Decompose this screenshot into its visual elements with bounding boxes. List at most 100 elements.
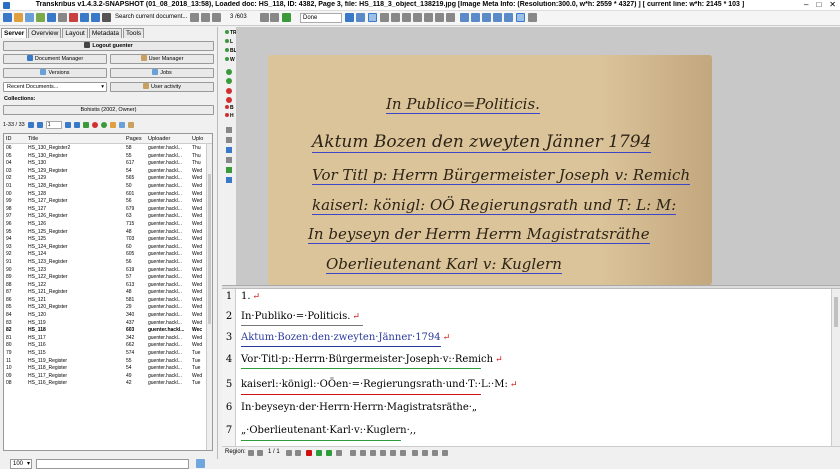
- document-manager-button[interactable]: Document Manager: [3, 54, 107, 64]
- upload-icon[interactable]: [36, 13, 45, 22]
- table-row[interactable]: 97 HS_126_Register 63 guenter.hackl... Wed: [4, 213, 206, 221]
- superscript-icon[interactable]: [390, 450, 396, 456]
- dropdown-icon[interactable]: [528, 13, 537, 22]
- status-select[interactable]: Done: [300, 13, 342, 23]
- transcription-line-6[interactable]: In·beyseyn·der·Herrn·Herrn·Magistratsrät…: [241, 402, 477, 413]
- table-row[interactable]: 93 HS_124_Register 60 guenter.hackl... Wed: [4, 244, 206, 252]
- tool-b[interactable]: B: [225, 105, 234, 111]
- tag-green-icon-2[interactable]: [326, 450, 332, 456]
- region-page[interactable]: 1 / 1: [268, 449, 280, 455]
- table-row[interactable]: 90 HS_123 619 guenter.hackl... Wed: [4, 267, 206, 275]
- user-manager-button[interactable]: User Manager: [110, 54, 214, 64]
- region-prev-icon[interactable]: [257, 450, 263, 456]
- merge-icon[interactable]: [226, 127, 232, 133]
- remove-red-icon[interactable]: [226, 88, 232, 94]
- region-first-icon[interactable]: [248, 450, 254, 456]
- table-row[interactable]: 96 HS_126 715 guenter.hackl... Wed: [4, 221, 206, 229]
- tag-green-icon[interactable]: [316, 450, 322, 456]
- user-activity-button[interactable]: User activity: [110, 82, 214, 92]
- settings-icon[interactable]: [58, 13, 67, 22]
- table-row[interactable]: 88 HS_122 613 guenter.hackl... Wed: [4, 282, 206, 290]
- export-icon[interactable]: [47, 13, 56, 22]
- transcription-line-7[interactable]: „·Oberlieutenant·Karl·v:·Kuglern·,,: [241, 425, 416, 436]
- tab-server[interactable]: Server: [1, 28, 28, 38]
- minimize-icon[interactable]: –: [804, 0, 808, 9]
- reorder-icon[interactable]: [226, 157, 232, 163]
- virtual-keyboard-icon[interactable]: [422, 450, 428, 456]
- col-id[interactable]: ID: [6, 136, 12, 142]
- add-icon[interactable]: [100, 122, 107, 128]
- page-indicator[interactable]: 3 /603: [228, 13, 256, 23]
- rotate-right-icon[interactable]: [435, 13, 444, 22]
- table-row[interactable]: 09 HS_117_Register 49 guenter.hackl... Wed: [4, 373, 206, 381]
- table-row[interactable]: 89 HS_122_Register 57 guenter.hackl... Wed: [4, 274, 206, 282]
- tab-metadata[interactable]: Metadata: [88, 28, 122, 38]
- translate-icon[interactable]: [446, 13, 455, 22]
- tool-l[interactable]: L: [225, 39, 233, 45]
- strike-icon[interactable]: [380, 450, 386, 456]
- mode-icon[interactable]: [356, 13, 365, 22]
- table-row[interactable]: 01 HS_128_Register 50 guenter.hackl... Wed: [4, 183, 206, 191]
- dropdown-icon[interactable]: [336, 450, 342, 456]
- table-row[interactable]: 10 HS_118_Register 54 guenter.hackl... Tue: [4, 365, 206, 373]
- add-green-icon[interactable]: [226, 69, 232, 75]
- nav-prev-icon[interactable]: [201, 13, 210, 22]
- page-last-icon[interactable]: [270, 13, 279, 22]
- table-row[interactable]: 91 HS_123_Register 56 guenter.hackl... Wed: [4, 259, 206, 267]
- table-row[interactable]: 99 HS_127_Register 56 guenter.hackl... Wed: [4, 198, 206, 206]
- table-row[interactable]: 08 HS_116_Register 42 guenter.hackl... Tue: [4, 380, 206, 388]
- tool-h[interactable]: H: [225, 113, 234, 119]
- delete-icon[interactable]: [91, 122, 98, 128]
- pager-first-icon[interactable]: [27, 122, 34, 128]
- table-row[interactable]: 81 HS_117 342 guenter.hackl... Wed: [4, 335, 206, 343]
- table-row[interactable]: 03 HS_129_Register 54 guenter.hackl... Wed: [4, 168, 206, 176]
- rotate-left-icon[interactable]: [424, 13, 433, 22]
- close-icon[interactable]: ✕: [829, 0, 836, 9]
- transcription-line-4[interactable]: Vor·Titl·p:·Herrn·Bürgermeister·Joseph·v…: [241, 354, 503, 365]
- tool-bl[interactable]: BL: [225, 48, 237, 54]
- tab-overview[interactable]: Overview: [28, 28, 62, 38]
- table-row[interactable]: 94 HS_125 703 guenter.hackl... Wed: [4, 236, 206, 244]
- jobs-button[interactable]: Jobs: [110, 68, 214, 78]
- pager-page-input[interactable]: 1: [45, 121, 62, 129]
- table-row[interactable]: 87 HS_121_Register 48 guenter.hackl... Wed: [4, 289, 206, 297]
- editor-scroll-thumb[interactable]: [834, 297, 838, 327]
- image-canvas[interactable]: In Publico=Politicis. Aktum Bozen den zw…: [236, 27, 840, 285]
- region-last-icon[interactable]: [295, 450, 301, 456]
- table-row[interactable]: 84 HS_120 340 guenter.hackl... Wed: [4, 312, 206, 320]
- table-row[interactable]: 95 HS_125_Register 48 guenter.hackl... Wed: [4, 229, 206, 237]
- comment-icon[interactable]: [432, 450, 438, 456]
- baseline-icon[interactable]: [493, 13, 502, 22]
- tag-red-icon[interactable]: [306, 450, 312, 456]
- table-row[interactable]: 00 HS_128 601 guenter.hackl... Wed: [4, 191, 206, 199]
- selection-tool-icon[interactable]: [368, 13, 377, 22]
- refresh-icon[interactable]: [80, 13, 89, 22]
- table-row[interactable]: 85 HS_120_Register 29 guenter.hackl... Wed: [4, 304, 206, 312]
- tab-layout[interactable]: Layout: [62, 28, 88, 38]
- nav-first-icon[interactable]: [190, 13, 199, 22]
- pager-prev-icon[interactable]: [36, 122, 43, 128]
- transcription-line-5[interactable]: kaiserl:·königl:·OÖen·=·Regierungsrath·u…: [241, 379, 517, 390]
- tab-tools[interactable]: Tools: [122, 28, 145, 38]
- region-next-icon[interactable]: [286, 450, 292, 456]
- folder-open-icon[interactable]: [109, 122, 116, 128]
- logout-button[interactable]: Logout guenter: [3, 41, 214, 51]
- fit-page-icon[interactable]: [413, 13, 422, 22]
- print-icon[interactable]: [69, 13, 78, 22]
- transcription-editor[interactable]: 1 2 3 4 5 6 7 1. ↵ In·Publiko·=·Politicis…: [222, 288, 840, 447]
- search-icon[interactable]: [102, 13, 111, 22]
- table-row[interactable]: 04 HS_130 617 guenter.hackl... Thu: [4, 160, 206, 168]
- folder-icon[interactable]: [14, 13, 23, 22]
- table-row[interactable]: 83 HS_119 437 guenter.hackl... Wed: [4, 320, 206, 328]
- line-icon[interactable]: [482, 13, 491, 22]
- reload-icon[interactable]: [82, 122, 89, 128]
- layout-icon[interactable]: [460, 13, 469, 22]
- add-green-icon-2[interactable]: [226, 78, 232, 84]
- table-row[interactable]: 79 HS_115 574 guenter.hackl... Tue: [4, 350, 206, 358]
- nav-next-icon[interactable]: [212, 13, 221, 22]
- table-row[interactable]: 80 HS_116 662 guenter.hackl... Wed: [4, 342, 206, 350]
- table-row[interactable]: 92 HS_124 605 guenter.hackl... Wed: [4, 251, 206, 259]
- underline-icon[interactable]: [370, 450, 376, 456]
- scroll-thumb[interactable]: [208, 174, 211, 324]
- document-filter-input[interactable]: [36, 459, 189, 469]
